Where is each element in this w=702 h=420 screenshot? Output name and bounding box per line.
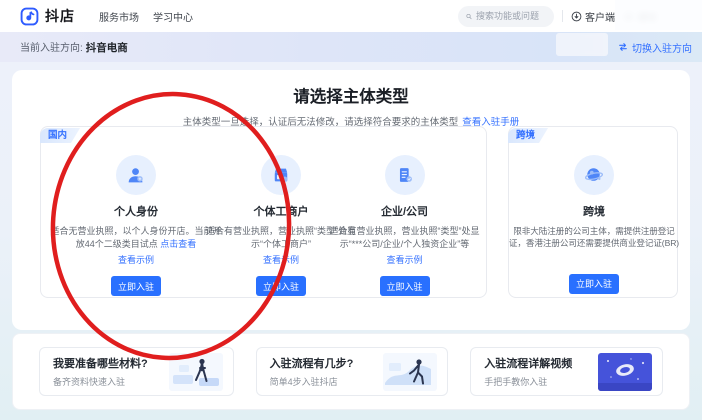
redacted-area-subheader <box>556 33 608 56</box>
search-icon <box>466 12 472 21</box>
entity-cross-border: 跨境 限非大陆注册的公司主体，需提供注册登记证，香港注册公司还需要提供商业登记证… <box>509 127 679 299</box>
help-title: 入驻流程有几步? <box>270 355 354 371</box>
nav-learning-center[interactable]: 学习中心 <box>153 9 193 24</box>
person-icon <box>116 155 156 195</box>
cross-border-card: 跨境 跨境 限非大陆注册的公司主体，需提供注册登记证，香港注册公司还需要提供商业… <box>508 126 678 298</box>
direction-value: 抖音电商 <box>86 42 128 54</box>
client-label: 客户端 <box>585 9 615 24</box>
entity-title: 企业/公司 <box>381 203 428 219</box>
douyin-shop-entity-select-page: 抖店 服务市场 学习中心 客户端 <box>0 0 702 420</box>
desc-text: 限非大陆注册的公司主体，需提供注册登记证，香港注册公司还需要提供商业登记证(BR… <box>509 226 679 248</box>
help-subtitle: 简单4步入驻抖店 <box>270 375 354 388</box>
top-header: 抖店 服务市场 学习中心 客户端 <box>0 0 702 32</box>
switch-direction-link[interactable]: 切换入驻方向 <box>618 40 692 55</box>
shop-icon <box>261 155 301 195</box>
switch-label: 切换入驻方向 <box>632 40 692 55</box>
join-now-button-cross-border[interactable]: 立即入驻 <box>569 274 619 294</box>
page-title: 请选择主体类型 <box>12 83 690 107</box>
entity-desc: 适合有营业执照，营业执照“类型”处显示“***公司/企业/个人独资企业”等 查看… <box>325 225 485 267</box>
join-now-button-individual[interactable]: 立即入驻 <box>256 276 306 296</box>
help-card-materials[interactable]: 我要准备哪些材料? 备齐资料快速入驻 <box>39 347 234 396</box>
help-title: 我要准备哪些材料? <box>53 355 148 371</box>
help-section: 我要准备哪些材料? 备齐资料快速入驻 入驻流程有几步? 简单4步入驻抖店 <box>12 333 690 410</box>
desc-text: 适合有营业执照，营业执照“类型”处显示“***公司/企业/个人独资企业”等 <box>330 226 480 249</box>
doudian-logo[interactable]: 抖店 <box>20 6 75 26</box>
entity-enterprise: 企业/公司 适合有营业执照，营业执照“类型”处显示“***公司/企业/个人独资企… <box>321 127 488 299</box>
entity-title: 个体工商户 <box>254 203 309 219</box>
help-card-video[interactable]: 入驻流程详解视频 手把手教你入驻 <box>470 347 663 396</box>
globe-icon <box>574 155 614 195</box>
click-view-link[interactable]: 点击查看 <box>160 239 196 249</box>
help-subtitle: 手把手教你入驻 <box>484 375 572 388</box>
doudian-logo-icon <box>20 7 39 26</box>
building-icon <box>385 155 425 195</box>
direction-label: 当前入驻方向: <box>20 43 83 54</box>
redacted-area-account <box>615 0 702 30</box>
logo-text: 抖店 <box>45 6 75 26</box>
help-title: 入驻流程详解视频 <box>484 355 572 371</box>
nav-service-market[interactable]: 服务市场 <box>99 9 139 24</box>
header-divider <box>562 10 563 22</box>
help-card-steps[interactable]: 入驻流程有几步? 简单4步入驻抖店 <box>256 347 449 396</box>
join-now-button-personal[interactable]: 立即入驻 <box>111 276 161 296</box>
video-thumbnail <box>598 353 652 391</box>
materials-illustration <box>169 353 223 391</box>
current-direction: 当前入驻方向:抖音电商 <box>20 39 128 55</box>
search-box[interactable] <box>458 6 554 27</box>
entity-title: 跨境 <box>583 203 605 219</box>
header-nav: 服务市场 学习中心 <box>99 9 193 24</box>
switch-icon <box>618 42 628 52</box>
join-now-button-enterprise[interactable]: 立即入驻 <box>380 276 430 296</box>
domestic-card: 国内 个人身份 适合无营业执照，以个人身份开店。当前开放44个二级类目试点 点击… <box>40 126 487 298</box>
entity-desc: 限非大陆注册的公司主体，需提供注册登记证，香港注册公司还需要提供商业登记证(BR… <box>506 225 682 250</box>
search-input[interactable] <box>476 11 546 21</box>
help-subtitle: 备齐资料快速入驻 <box>53 375 148 388</box>
main-panel: 请选择主体类型 主体类型一旦选择，认证后无法修改，请选择符合要求的主体类型查看入… <box>12 70 690 330</box>
steps-illustration <box>383 353 437 391</box>
view-example-link[interactable]: 查看示例 <box>325 254 485 267</box>
client-download-button[interactable]: 客户端 <box>571 9 615 24</box>
entity-title: 个人身份 <box>114 203 158 219</box>
download-icon <box>571 11 582 22</box>
